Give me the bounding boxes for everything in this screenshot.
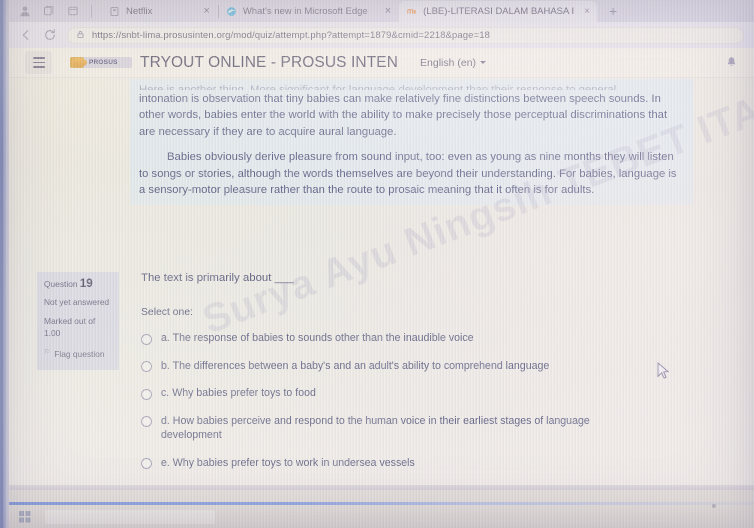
answer-option-key: d. bbox=[161, 414, 170, 427]
toolbar-divider bbox=[91, 4, 92, 18]
answer-option-body: The response of babies to sounds other t… bbox=[172, 332, 474, 344]
edge-icon bbox=[226, 6, 237, 17]
taskbar-search-box[interactable] bbox=[45, 510, 215, 524]
browser-tab-literasi[interactable]: (LBE)-LITERASI DALAM BAHASA I × bbox=[399, 0, 597, 22]
answer-option-body: Why babies prefer toys to work in unders… bbox=[172, 456, 415, 469]
menu-toggle-button[interactable] bbox=[25, 51, 52, 74]
reload-button[interactable] bbox=[43, 28, 57, 42]
start-button-icon[interactable] bbox=[19, 510, 31, 523]
answer-option-text: c. Why babies prefer toys to food bbox=[161, 386, 316, 401]
radio-icon[interactable] bbox=[141, 416, 152, 427]
site-navbar: PROSUS INTEN TRYOUT ONLINE - PROSUS INTE… bbox=[9, 48, 754, 78]
answer-option-text: d. How babies perceive and respond to th… bbox=[161, 414, 631, 443]
bell-icon[interactable] bbox=[725, 56, 738, 69]
tab-close-edge-whatsnew[interactable]: × bbox=[385, 5, 391, 17]
profile-icon[interactable] bbox=[19, 5, 31, 17]
answer-option-key: e. bbox=[161, 456, 170, 469]
tab-title: (LBE)-LITERASI DALAM BAHASA I bbox=[423, 5, 575, 17]
netflix-icon bbox=[109, 6, 120, 17]
prosus-inten-logo[interactable]: PROSUS INTEN bbox=[70, 57, 132, 68]
new-tab-button[interactable]: + bbox=[597, 3, 629, 19]
taskbar-tray-indicator bbox=[712, 504, 716, 508]
answer-option-text: b. The differences between a baby's and … bbox=[161, 359, 549, 374]
question-body: The text is primarily about ___ Select o… bbox=[141, 272, 701, 483]
screen-bottom-edge bbox=[9, 485, 754, 490]
question-number-label: Question bbox=[44, 279, 78, 289]
select-one-label: Select one: bbox=[141, 307, 193, 318]
burger-line bbox=[32, 61, 45, 64]
browser-system-icons bbox=[9, 4, 102, 18]
site-title: TRYOUT ONLINE - PROSUS INTEN bbox=[140, 53, 399, 71]
question-number: 19 bbox=[79, 278, 93, 290]
windows-taskbar bbox=[9, 490, 754, 528]
tab-close-netflix[interactable]: × bbox=[203, 5, 209, 17]
quiz-content: Here is another thing. More significant … bbox=[9, 77, 754, 490]
answer-option-text: a. The response of babies to sounds othe… bbox=[161, 331, 474, 346]
lock-icon bbox=[76, 26, 85, 44]
question-text: The text is primarily about ___ bbox=[141, 272, 294, 284]
browser-tab-netflix[interactable]: Netflix bbox=[102, 1, 159, 22]
browser-tab-strip: Netflix × What's new in Microsoft Edge ×… bbox=[9, 0, 754, 22]
flag-question-label: Flag question bbox=[54, 349, 105, 359]
answer-option-body: How babies perceive and respond to the h… bbox=[161, 414, 590, 442]
passage-clipped-line: Here is another thing. More significant … bbox=[139, 84, 617, 90]
logo-text: PROSUS INTEN bbox=[89, 59, 118, 66]
answer-option-key: a. bbox=[161, 332, 170, 344]
radio-icon[interactable] bbox=[141, 388, 152, 400]
tab-close-literasi[interactable]: × bbox=[584, 6, 590, 17]
question-info-panel: Question 19 Not yet answered Marked out … bbox=[37, 272, 119, 370]
answer-option-d[interactable]: d. How babies perceive and respond to th… bbox=[141, 414, 701, 443]
question-number-row: Question 19 bbox=[44, 278, 112, 290]
browser-address-bar: https://snbt-lima.prosusinten.org/mod/qu… bbox=[9, 22, 754, 48]
chevron-down-icon bbox=[480, 61, 487, 64]
question-state: Not yet answered bbox=[44, 297, 110, 307]
passage-paragraph: intonation is observation that tiny babi… bbox=[139, 93, 668, 138]
moodle-icon bbox=[406, 6, 417, 17]
radio-icon[interactable] bbox=[141, 361, 152, 372]
tab-title: Netflix bbox=[126, 5, 153, 17]
language-menu[interactable]: English (en) bbox=[420, 56, 487, 69]
language-label: English (en) bbox=[420, 56, 477, 69]
url-input[interactable]: https://snbt-lima.prosusinten.org/mod/qu… bbox=[67, 26, 744, 44]
collections-icon[interactable] bbox=[43, 5, 55, 17]
monitor-screen: Netflix × What's new in Microsoft Edge ×… bbox=[0, 0, 754, 528]
answer-option-b[interactable]: b. The differences between a baby's and … bbox=[141, 359, 701, 374]
answer-option-body: Why babies prefer toys to food bbox=[172, 387, 316, 399]
answer-option-text: e. Why babies prefer toys to work in und… bbox=[161, 456, 415, 471]
monitor-bezel-edge bbox=[0, 0, 4, 528]
url-text: https://snbt-lima.prosusinten.org/mod/qu… bbox=[92, 29, 490, 41]
tab-title: What's new in Microsoft Edge bbox=[242, 5, 368, 17]
answer-option-e[interactable]: e. Why babies prefer toys to work in und… bbox=[141, 456, 701, 471]
browser-tab-edge-whatsnew[interactable]: What's new in Microsoft Edge bbox=[219, 1, 375, 22]
taskbar-accent-line bbox=[9, 502, 754, 505]
burger-line bbox=[32, 66, 45, 68]
flag-icon: ⚐ bbox=[44, 349, 51, 356]
flag-question-button[interactable]: ⚐ Flag question bbox=[44, 348, 112, 360]
moodle-page: PROSUS INTEN TRYOUT ONLINE - PROSUS INTE… bbox=[9, 48, 754, 490]
reading-passage: Here is another thing. More significant … bbox=[130, 79, 693, 206]
passage-paragraph: Babies obviously derive pleasure from so… bbox=[139, 151, 677, 197]
split-screen-icon[interactable] bbox=[67, 5, 79, 17]
question-marks: Marked out of 1.00 bbox=[44, 316, 96, 338]
answer-option-a[interactable]: a. The response of babies to sounds othe… bbox=[141, 331, 701, 346]
radio-icon[interactable] bbox=[141, 458, 152, 469]
answer-option-key: c. bbox=[161, 387, 170, 399]
answer-option-body: The differences between a baby's and an … bbox=[172, 359, 550, 372]
answer-option-c[interactable]: c. Why babies prefer toys to food bbox=[141, 386, 701, 401]
logo-oval bbox=[71, 58, 87, 67]
answer-option-key: b. bbox=[161, 359, 170, 372]
burger-line bbox=[32, 57, 45, 59]
back-button[interactable] bbox=[19, 28, 33, 42]
radio-icon[interactable] bbox=[141, 333, 152, 345]
